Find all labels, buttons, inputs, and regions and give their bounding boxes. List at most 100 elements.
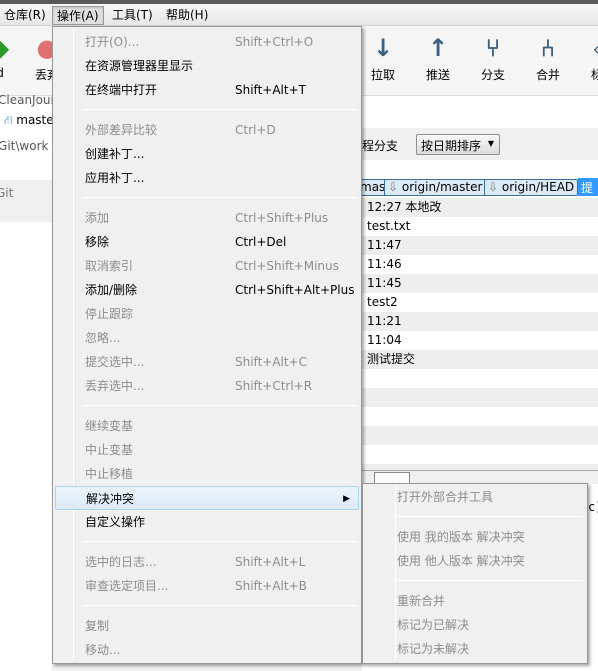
- diff-text: c]: [588, 500, 598, 514]
- menu-separator: [83, 197, 357, 198]
- menu-item-label: 标记为已解决: [397, 618, 470, 632]
- menu-item-label: 添加: [85, 211, 110, 225]
- menu-bar: 仓库(R) 操作(A) 工具(T) 帮助(H): [0, 4, 598, 26]
- merge-label: 合并: [535, 68, 560, 82]
- menu-item[interactable]: 打开外部合并工具: [365, 485, 585, 509]
- commit-row[interactable]: [362, 388, 598, 407]
- branch-icon: ⑂: [485, 34, 501, 62]
- menu-actions[interactable]: 操作(A): [52, 6, 104, 25]
- menu-item[interactable]: 移除 Ctrl+Del: [55, 230, 359, 254]
- menu-item[interactable]: 移动...: [55, 638, 359, 662]
- menu-item[interactable]: 审查选定项目... Shift+Alt+B: [55, 574, 359, 598]
- menu-separator: [395, 580, 583, 581]
- menu-separator: [83, 405, 357, 406]
- menu-item[interactable]: 忽略...: [55, 326, 359, 350]
- menu-item-label: 取消索引: [85, 259, 134, 273]
- menu-item[interactable]: 停止跟踪: [55, 302, 359, 326]
- menu-item-shortcut: Ctrl+Shift+Plus: [235, 211, 329, 225]
- sidebar: CleanJourney ⛙ master \Git\work Git: [0, 93, 77, 671]
- ref-origin-master[interactable]: ⇩ origin/master: [384, 179, 487, 196]
- branch-master[interactable]: ⛙ master: [4, 113, 59, 129]
- menu-separator: [83, 541, 357, 542]
- menu-item[interactable]: 丢弃选中... Shift+Ctrl+R: [55, 374, 359, 398]
- sort-select[interactable]: 按日期排序 ▼: [416, 134, 500, 155]
- menu-repository[interactable]: 仓库(R): [0, 6, 50, 25]
- menu-item[interactable]: 应用补丁...: [55, 166, 359, 190]
- menu-item-shortcut: Ctrl+D: [235, 123, 276, 137]
- ref-origin-head[interactable]: ⇩ origin/HEAD: [484, 179, 579, 196]
- submenu-arrow-icon: ▶: [343, 494, 350, 504]
- repo-path: \Git\work: [0, 139, 49, 153]
- menu-item-label: 移除: [85, 235, 110, 249]
- commit-row[interactable]: [362, 407, 598, 426]
- commit-row[interactable]: 11:47: [362, 236, 598, 255]
- tag-label: 标签: [590, 68, 598, 82]
- merge-button[interactable]: ⑃ 合并: [523, 32, 573, 83]
- menu-item[interactable]: 使用 他人版本 解决冲突: [365, 549, 585, 573]
- commit-row[interactable]: test.txt: [362, 217, 598, 236]
- menu-item-label: 选中的日志...: [85, 555, 157, 569]
- menu-item[interactable]: 中止移植: [55, 462, 359, 486]
- log-filter-bar: 远程分支 按日期排序 ▼: [350, 128, 598, 160]
- commit-row[interactable]: 11:21: [362, 312, 598, 331]
- refs-row: master ⇩ origin/master ⇩ origin/HEAD 提交: [356, 176, 598, 212]
- menu-help[interactable]: 帮助(H): [162, 6, 212, 25]
- menu-item[interactable]: 提交选中... Shift+Alt+C: [55, 350, 359, 374]
- menu-item[interactable]: 在终端中打开 Shift+Alt+T: [55, 78, 359, 102]
- branch-button[interactable]: ⑂ 分支: [468, 32, 518, 83]
- menu-item-label: 中止移植: [85, 467, 134, 481]
- commit-row[interactable]: [362, 426, 598, 445]
- commit-row[interactable]: 11:46: [362, 255, 598, 274]
- commit-row[interactable]: 11:04: [362, 331, 598, 350]
- commit-row-text: 测试提交: [367, 352, 416, 366]
- commit-row[interactable]: 测试提交: [362, 350, 598, 369]
- menu-item[interactable]: 创建补丁...: [55, 142, 359, 166]
- commit-row[interactable]: 12:27 本地改: [362, 198, 598, 217]
- branch-icon: ⛙: [4, 113, 13, 127]
- menu-item[interactable]: 继续变基: [55, 414, 359, 438]
- menu-item[interactable]: 添加/删除 Ctrl+Shift+Alt+Plus: [55, 278, 359, 302]
- menu-item-label: 中止变基: [85, 443, 134, 457]
- menu-item[interactable]: 自定义操作: [55, 510, 359, 534]
- commit-row[interactable]: 11:45: [362, 274, 598, 293]
- menu-item[interactable]: 中止变基: [55, 438, 359, 462]
- tag-button[interactable]: ◈ 标签: [578, 32, 598, 83]
- commit-row[interactable]: [362, 369, 598, 388]
- menu-item[interactable]: 添加 Ctrl+Shift+Plus: [55, 206, 359, 230]
- tag-icon: ◈: [578, 32, 598, 64]
- menu-tools[interactable]: 工具(T): [108, 6, 157, 25]
- menu-item-label: 丢弃选中...: [85, 379, 145, 393]
- pull-button[interactable]: ↓ 拉取: [358, 32, 408, 83]
- menu-item[interactable]: 外部差异比较 Ctrl+D: [55, 118, 359, 142]
- menu-item[interactable]: 解决冲突 ▶: [55, 486, 359, 510]
- menu-item[interactable]: 重新合并: [365, 589, 585, 613]
- push-label: 推送: [425, 68, 450, 82]
- commit-row-text: 12:27 本地改: [367, 200, 442, 214]
- caret-down-icon: ▼: [487, 139, 494, 148]
- push-button[interactable]: ↑ 推送: [413, 32, 463, 83]
- menu-item[interactable]: 标记为已解决: [365, 613, 585, 637]
- menu-item[interactable]: 选中的日志... Shift+Alt+L: [55, 550, 359, 574]
- commit-row[interactable]: [362, 445, 598, 464]
- menu-item[interactable]: 使用 我的版本 解决冲突: [365, 525, 585, 549]
- menu-item[interactable]: 取消索引 Ctrl+Shift+Minus: [55, 254, 359, 278]
- menu-item[interactable]: 打开(O)... Shift+Ctrl+O: [55, 30, 359, 54]
- menu-item[interactable]: 标记为未解决: [365, 637, 585, 661]
- menu-item-shortcut: Shift+Ctrl+R: [235, 379, 313, 393]
- menu-item[interactable]: 在资源管理器里显示: [55, 54, 359, 78]
- commit-row[interactable]: test2: [362, 293, 598, 312]
- arrow-down-icon: ↓: [372, 34, 394, 62]
- sidebar-section-label: Git: [0, 186, 14, 200]
- menu-item-label: 应用补丁...: [85, 171, 145, 185]
- arrow-up-icon: ↑: [427, 34, 449, 62]
- menu-item-label: 使用 我的版本 解决冲突: [397, 530, 525, 544]
- menu-item-label: 审查选定项目...: [85, 579, 169, 593]
- remote-icon: ⇩: [388, 180, 399, 194]
- menu-item-label: 继续变基: [85, 419, 134, 433]
- menu-item-label: 忽略...: [85, 331, 121, 345]
- pull-label: 拉取: [370, 68, 395, 82]
- menu-item-shortcut: Shift+Alt+B: [235, 579, 307, 593]
- ref-label: origin/master: [401, 180, 483, 194]
- menu-item[interactable]: 复制: [55, 614, 359, 638]
- commit-row-text: 11:45: [367, 276, 402, 290]
